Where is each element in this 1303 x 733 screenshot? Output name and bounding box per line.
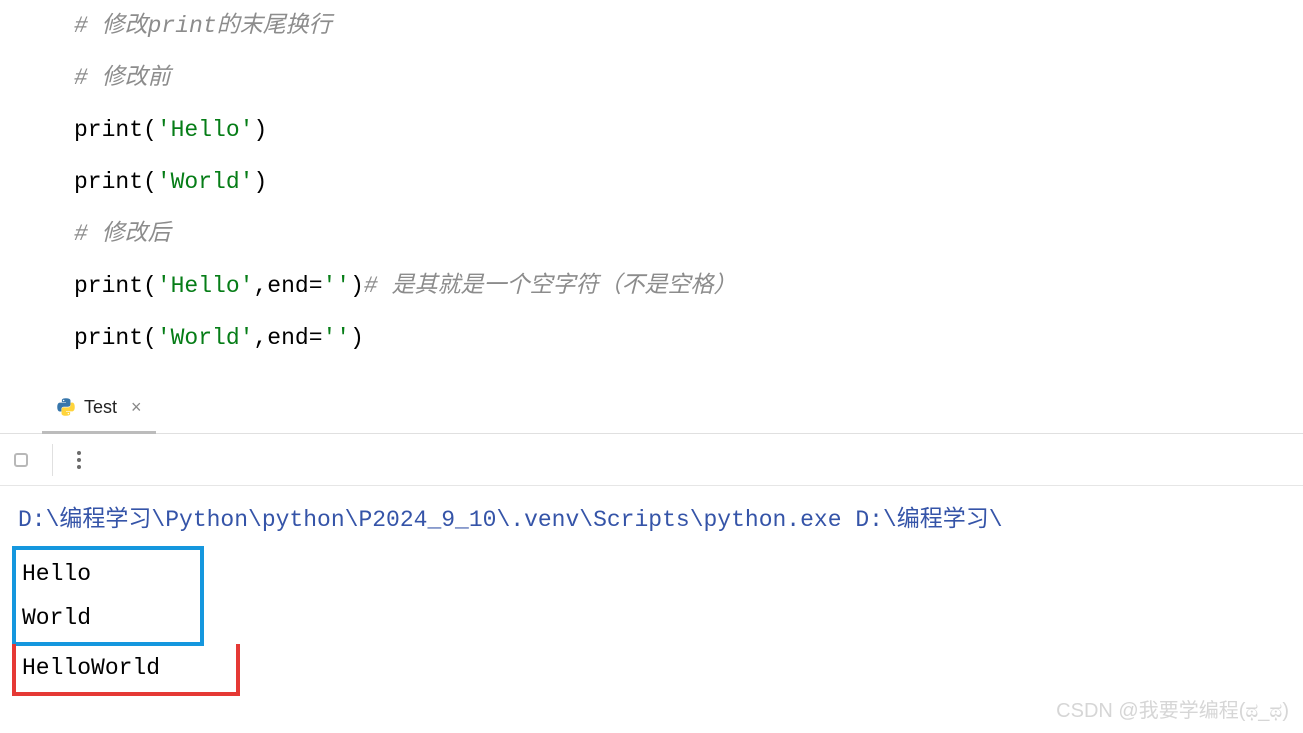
python-icon — [56, 397, 76, 417]
comment-text: # 是其就是一个空字符（不是空格） — [364, 273, 737, 299]
code-line-2[interactable]: # 修改前 — [74, 52, 1303, 104]
string-literal: 'World' — [157, 169, 254, 195]
func-print: print — [74, 169, 143, 195]
code-line-3[interactable]: print('Hello') — [74, 104, 1303, 156]
run-tab-test[interactable]: Test × — [42, 384, 156, 434]
string-literal: 'Hello' — [157, 273, 254, 299]
output-line: HelloWorld — [22, 646, 226, 690]
console-command-path: D:\编程学习\Python\python\P2024_9_10\.venv\S… — [18, 498, 1285, 542]
close-icon[interactable]: × — [131, 397, 142, 418]
func-print: print — [74, 325, 143, 351]
string-literal: 'Hello' — [157, 117, 254, 143]
code-line-4[interactable]: print('World') — [74, 156, 1303, 208]
tab-label: Test — [84, 397, 117, 418]
kwarg-end: end — [267, 325, 308, 351]
code-line-1[interactable]: # 修改print的末尾换行 — [74, 0, 1303, 52]
output-line: World — [22, 596, 190, 640]
string-literal: '' — [323, 325, 351, 351]
comment-text: # 修改print的末尾换行 — [74, 13, 332, 39]
output-highlight-after: HelloWorld — [12, 644, 240, 696]
code-line-5[interactable]: # 修改后 — [74, 208, 1303, 260]
more-options-icon[interactable] — [77, 451, 81, 469]
comment-text: # 修改后 — [74, 221, 171, 247]
code-line-6[interactable]: print('Hello',end='')# 是其就是一个空字符（不是空格） — [74, 260, 1303, 312]
output-line: Hello — [22, 552, 190, 596]
func-print: print — [74, 117, 143, 143]
run-tab-bar: Test × — [0, 384, 1303, 434]
console-output[interactable]: D:\编程学习\Python\python\P2024_9_10\.venv\S… — [0, 486, 1303, 708]
code-editor[interactable]: # 修改print的末尾换行 # 修改前 print('Hello') prin… — [0, 0, 1303, 384]
func-print: print — [74, 273, 143, 299]
toolbar-divider — [52, 444, 53, 476]
comment-text: # 修改前 — [74, 65, 171, 91]
console-toolbar — [0, 434, 1303, 486]
stop-button-icon[interactable] — [14, 453, 28, 467]
kwarg-end: end — [267, 273, 308, 299]
string-literal: 'World' — [157, 325, 254, 351]
output-highlight-before: Hello World — [12, 546, 204, 646]
code-line-7[interactable]: print('World',end='') — [74, 312, 1303, 364]
string-literal: '' — [323, 273, 351, 299]
